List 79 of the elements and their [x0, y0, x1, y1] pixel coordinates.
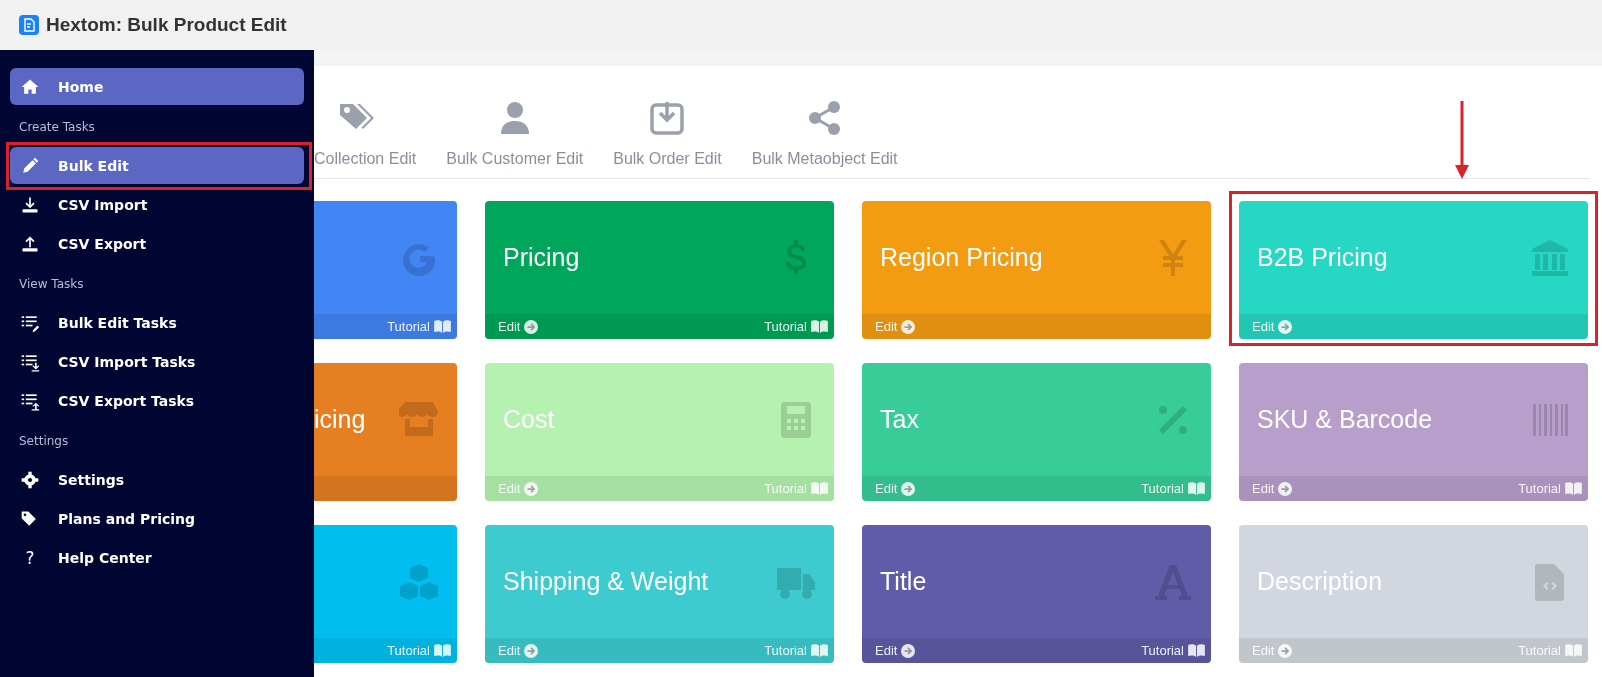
- tab[interactable]: Bulk Metaobject Edit: [751, 100, 898, 178]
- task-card[interactable]: SKU & Barcode Edit Tutorial: [1239, 363, 1588, 501]
- task-card[interactable]: Pricing Edit Tutorial: [485, 201, 834, 339]
- sidebar-item[interactable]: CSV Import Tasks: [10, 343, 304, 380]
- sidebar-item[interactable]: CSV Import: [10, 186, 304, 223]
- edit-link[interactable]: Edit: [498, 319, 539, 334]
- sidebar-item[interactable]: Settings: [10, 461, 304, 498]
- sidebar-item[interactable]: Home: [10, 68, 304, 105]
- share-icon: [806, 100, 843, 136]
- card-title: Shipping & Weight: [503, 567, 709, 596]
- edit-link[interactable]: Edit: [1252, 481, 1293, 496]
- task-card[interactable]: Title Edit Tutorial: [862, 525, 1211, 663]
- book-icon: [1565, 644, 1582, 657]
- arrow-circle-icon: [1278, 643, 1293, 658]
- card-title: Tax: [880, 405, 919, 434]
- task-card[interactable]: B2B Pricing Edit: [1239, 201, 1588, 339]
- tutorial-link[interactable]: Tutorial: [387, 643, 451, 658]
- task-card[interactable]: icing: [314, 363, 457, 501]
- sidebar-heading: Create Tasks: [18, 119, 96, 136]
- book-icon: [434, 644, 451, 657]
- sidebar-item[interactable]: Bulk Edit: [10, 147, 304, 184]
- sidebar-item[interactable]: CSV Export Tasks: [10, 382, 304, 419]
- edit-link[interactable]: Edit: [875, 481, 916, 496]
- book-icon: [811, 644, 828, 657]
- card-title: Region Pricing: [880, 243, 1043, 272]
- help-icon: ?: [20, 547, 40, 568]
- arrow-circle-icon: [524, 643, 539, 658]
- task-card[interactable]: Shipping & Weight Edit Tutorial: [485, 525, 834, 663]
- edit-link[interactable]: Edit: [1252, 643, 1293, 658]
- card-title: Pricing: [503, 243, 580, 272]
- sidebar-item[interactable]: CSV Export: [10, 225, 304, 262]
- tutorial-link[interactable]: Tutorial: [387, 319, 451, 334]
- bank-icon: [1530, 237, 1570, 278]
- tab[interactable]: Bulk Order Edit: [613, 100, 722, 178]
- tutorial-link[interactable]: Tutorial: [1141, 481, 1205, 496]
- sidebar-item[interactable]: Plans and Pricing: [10, 500, 304, 537]
- book-icon: [1188, 644, 1205, 657]
- tab[interactable]: Collection Edit: [314, 100, 417, 178]
- app-title: Hextom: Bulk Product Edit: [46, 14, 287, 36]
- tutorial-link[interactable]: Tutorial: [1141, 643, 1205, 658]
- arrow-circle-icon: [901, 481, 916, 496]
- sidebar-item[interactable]: ? Help Center: [10, 539, 304, 576]
- card-title: Title: [880, 567, 927, 596]
- book-icon: [434, 320, 451, 333]
- tutorial-link[interactable]: Tutorial: [1518, 481, 1582, 496]
- sidebar-item[interactable]: Bulk Edit Tasks: [10, 304, 304, 341]
- task-card[interactable]: Tax Edit Tutorial: [862, 363, 1211, 501]
- edit-link[interactable]: Edit: [1252, 319, 1293, 334]
- tutorial-link[interactable]: Tutorial: [764, 319, 828, 334]
- book-icon: [811, 320, 828, 333]
- arrow-circle-icon: [1278, 481, 1293, 496]
- tab[interactable]: Bulk Customer Edit: [446, 100, 584, 178]
- task-card[interactable]: Tutorial: [314, 525, 457, 663]
- task-card[interactable]: Region Pricing Edit: [862, 201, 1211, 339]
- card-title: Cost: [503, 405, 555, 434]
- arrow-circle-icon: [901, 643, 916, 658]
- app-logo-icon: [19, 15, 39, 35]
- card-title: icing: [314, 405, 366, 434]
- arrow-circle-icon: [524, 481, 539, 496]
- tutorial-link[interactable]: Tutorial: [764, 643, 828, 658]
- task-card[interactable]: Tutorial: [314, 201, 457, 339]
- sidebar-heading: View Tasks: [18, 276, 85, 293]
- book-icon: [1565, 482, 1582, 495]
- edit-link[interactable]: Edit: [498, 643, 539, 658]
- tutorial-link[interactable]: Tutorial: [1518, 643, 1582, 658]
- card-title: B2B Pricing: [1257, 243, 1388, 272]
- pencil-icon: [20, 155, 40, 176]
- arrow-circle-icon: [901, 319, 916, 334]
- arrow-circle-icon: [524, 319, 539, 334]
- edit-link[interactable]: Edit: [875, 643, 916, 658]
- book-icon: [1188, 482, 1205, 495]
- download-box-icon: [649, 100, 686, 136]
- gear-icon: [20, 469, 40, 490]
- book-icon: [811, 482, 828, 495]
- card-title: SKU & Barcode: [1257, 405, 1433, 434]
- sidebar-heading: Settings: [18, 433, 70, 450]
- cubes-icon: [399, 561, 439, 602]
- edit-link[interactable]: Edit: [875, 319, 916, 334]
- arrow-circle-icon: [1278, 319, 1293, 334]
